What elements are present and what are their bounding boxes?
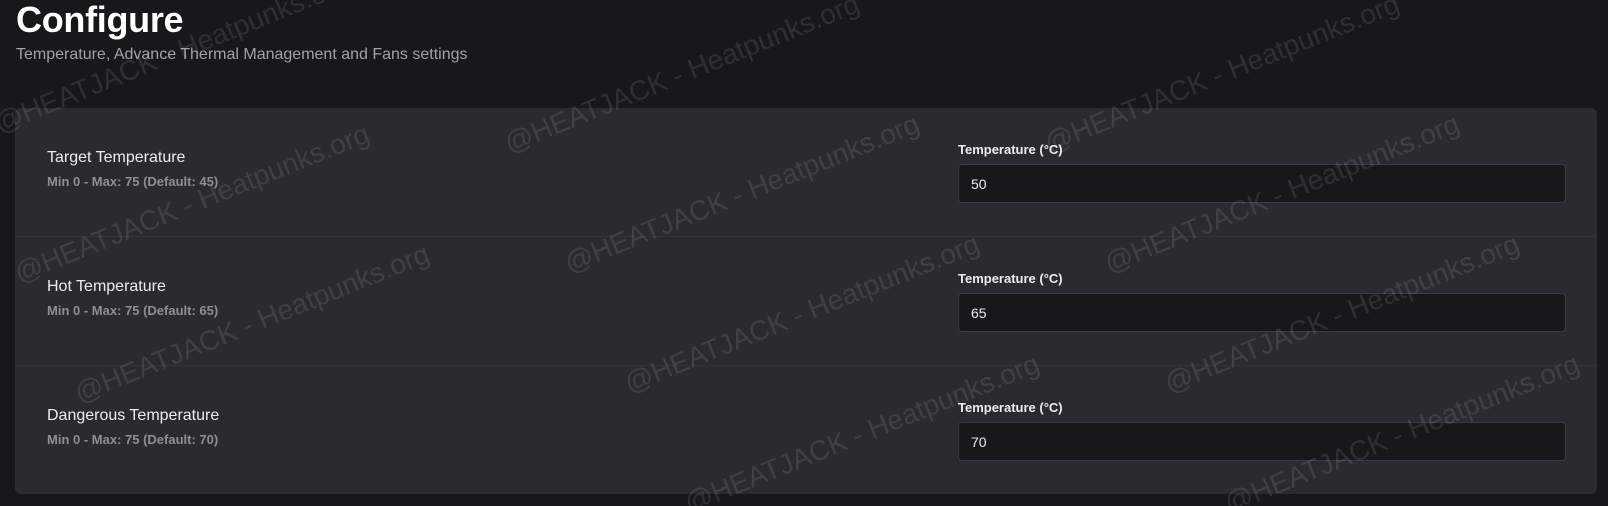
setting-hint: Min 0 - Max: 75 (Default: 45) xyxy=(47,174,219,189)
temperature-settings-card: Target Temperature Min 0 - Max: 75 (Defa… xyxy=(15,108,1597,494)
page-title: Configure xyxy=(16,0,184,40)
configure-page: Configure Temperature, Advance Thermal M… xyxy=(0,0,1608,506)
field-label: Temperature (°C) xyxy=(958,142,1063,157)
target-temperature-field: Temperature (°C) xyxy=(958,142,1566,203)
setting-hint: Min 0 - Max: 75 (Default: 70) xyxy=(47,432,219,447)
setting-row-target-temperature: Target Temperature Min 0 - Max: 75 (Defa… xyxy=(15,108,1597,237)
setting-info: Hot Temperature Min 0 - Max: 75 (Default… xyxy=(47,277,218,319)
setting-info: Dangerous Temperature Min 0 - Max: 75 (D… xyxy=(47,406,219,448)
setting-label: Hot Temperature xyxy=(47,278,166,295)
target-temperature-input[interactable] xyxy=(958,164,1566,203)
setting-row-dangerous-temperature: Dangerous Temperature Min 0 - Max: 75 (D… xyxy=(15,366,1597,494)
field-label: Temperature (°C) xyxy=(958,400,1063,415)
setting-label: Target Temperature xyxy=(47,149,186,166)
setting-info: Target Temperature Min 0 - Max: 75 (Defa… xyxy=(47,148,218,190)
dangerous-temperature-input[interactable] xyxy=(958,422,1566,461)
setting-row-hot-temperature: Hot Temperature Min 0 - Max: 75 (Default… xyxy=(15,237,1597,366)
hot-temperature-field: Temperature (°C) xyxy=(958,271,1566,332)
setting-label: Dangerous Temperature xyxy=(47,407,220,424)
page-subtitle: Temperature, Advance Thermal Management … xyxy=(16,46,468,63)
dangerous-temperature-field: Temperature (°C) xyxy=(958,400,1566,461)
setting-hint: Min 0 - Max: 75 (Default: 65) xyxy=(47,303,219,318)
hot-temperature-input[interactable] xyxy=(958,293,1566,332)
field-label: Temperature (°C) xyxy=(958,271,1063,286)
page-header: Configure Temperature, Advance Thermal M… xyxy=(16,0,468,64)
